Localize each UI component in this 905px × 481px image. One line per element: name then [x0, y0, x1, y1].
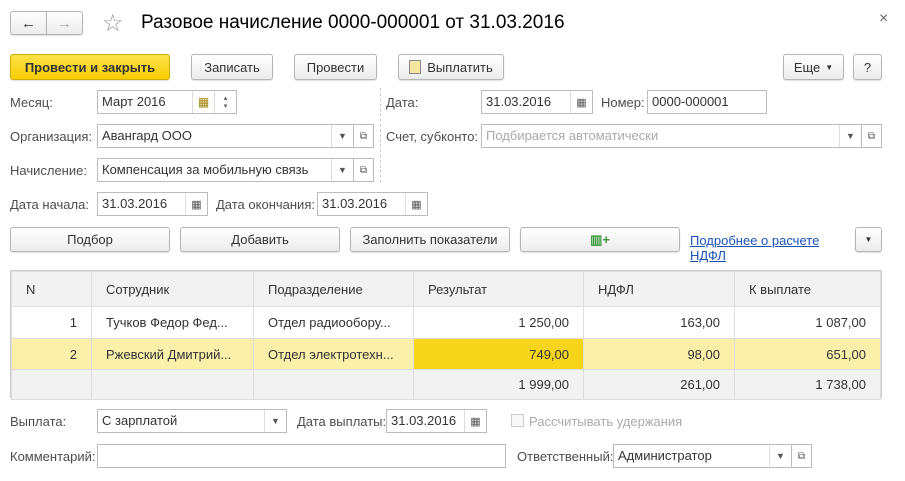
comment-field[interactable]	[97, 444, 506, 468]
col-n[interactable]: N	[11, 271, 92, 307]
open-icon[interactable]: ⧉	[862, 124, 882, 148]
pay-button[interactable]: Выплатить	[398, 54, 504, 80]
chevron-down-icon: ▼	[825, 62, 834, 72]
close-icon[interactable]: ×	[879, 10, 888, 28]
col-ndfl[interactable]: НДФЛ	[583, 271, 735, 307]
spinner[interactable]: ▴ ▾	[214, 91, 236, 113]
ndfl-details-link[interactable]: Подробнее о расчете НДФЛ	[690, 233, 830, 263]
post-button[interactable]: Провести	[294, 54, 377, 80]
start-date-field[interactable]: 31.03.2016 ▦	[97, 192, 208, 216]
dropdown-icon[interactable]: ▼	[331, 125, 353, 147]
account-field[interactable]: Подбирается автоматически ▼	[481, 124, 862, 148]
help-button[interactable]: ?	[853, 54, 882, 80]
month-label: Месяц:	[10, 95, 53, 110]
more-button[interactable]: Еще ▼	[783, 54, 844, 80]
calendar-icon[interactable]: ▦	[405, 193, 427, 215]
table-row[interactable]: 1 Тучков Федор Фед... Отдел радиообору..…	[11, 306, 881, 339]
forward-button[interactable]: →	[46, 11, 83, 35]
comment-label: Комментарий:	[10, 449, 96, 464]
org-field[interactable]: Авангард ООО ▼	[97, 124, 354, 148]
col-result[interactable]: Результат	[413, 271, 584, 307]
org-label: Организация:	[10, 129, 93, 144]
add-column-button[interactable]: ▥+	[520, 227, 680, 252]
table-totals: 1 999,00 261,00 1 738,00	[11, 369, 881, 400]
payout-field[interactable]: С зарплатой ▼	[97, 409, 287, 433]
open-icon[interactable]: ⧉	[354, 158, 374, 182]
pick-button[interactable]: Подбор	[10, 227, 170, 252]
dropdown-icon[interactable]: ▼	[769, 445, 791, 467]
calendar-icon[interactable]: ▦	[192, 91, 214, 113]
col-payout[interactable]: К выплате	[734, 271, 881, 307]
fill-indicators-button[interactable]: Заполнить показатели	[350, 227, 510, 252]
open-icon[interactable]: ⧉	[354, 124, 374, 148]
dropdown-icon[interactable]: ▼	[331, 159, 353, 181]
withhold-checkbox[interactable]	[511, 414, 524, 427]
open-icon[interactable]: ⧉	[792, 444, 812, 468]
dropdown-icon[interactable]: ▼	[839, 125, 861, 147]
month-field[interactable]: Март 2016 ▦ ▴ ▾	[97, 90, 237, 114]
paydate-field[interactable]: 31.03.2016 ▦	[386, 409, 487, 433]
start-date-label: Дата начала:	[10, 197, 89, 212]
end-date-label: Дата окончания:	[216, 197, 315, 212]
table-add-icon: ▥+	[590, 231, 610, 247]
date-field[interactable]: 31.03.2016 ▦	[481, 90, 593, 114]
payment-doc-icon	[409, 60, 422, 74]
number-field[interactable]: 0000-000001	[647, 90, 767, 114]
favorite-star-icon[interactable]: ☆	[102, 9, 124, 38]
divider	[380, 88, 381, 183]
col-department[interactable]: Подразделение	[253, 271, 414, 307]
number-label: Номер:	[601, 95, 645, 110]
table-more-button[interactable]: ▼	[855, 227, 882, 252]
employees-table: N Сотрудник Подразделение Результат НДФЛ…	[10, 270, 882, 400]
payout-label: Выплата:	[10, 414, 67, 429]
page-title: Разовое начисление 0000-000001 от 31.03.…	[141, 12, 565, 33]
withhold-label: Рассчитывать удержания	[529, 414, 683, 429]
paydate-label: Дата выплаты:	[297, 414, 387, 429]
dropdown-icon[interactable]: ▼	[264, 410, 286, 432]
responsible-label: Ответственный:	[517, 449, 614, 464]
calendar-icon[interactable]: ▦	[185, 193, 207, 215]
calendar-icon[interactable]: ▦	[464, 410, 486, 432]
post-and-close-button[interactable]: Провести и закрыть	[10, 54, 170, 80]
back-button[interactable]: ←	[10, 11, 47, 35]
date-label: Дата:	[386, 95, 419, 110]
save-button[interactable]: Записать	[191, 54, 273, 80]
accrual-label: Начисление:	[10, 163, 87, 178]
account-label: Счет, субконто:	[386, 129, 479, 144]
calendar-icon[interactable]: ▦	[570, 91, 592, 113]
end-date-field[interactable]: 31.03.2016 ▦	[317, 192, 428, 216]
add-button[interactable]: Добавить	[180, 227, 340, 252]
table-header: N Сотрудник Подразделение Результат НДФЛ…	[11, 271, 881, 307]
accrual-field[interactable]: Компенсация за мобильную связь ▼	[97, 158, 354, 182]
responsible-field[interactable]: Администратор ▼	[613, 444, 792, 468]
table-row[interactable]: 2 Ржевский Дмитрий... Отдел электротехн.…	[11, 338, 881, 370]
col-employee[interactable]: Сотрудник	[91, 271, 254, 307]
